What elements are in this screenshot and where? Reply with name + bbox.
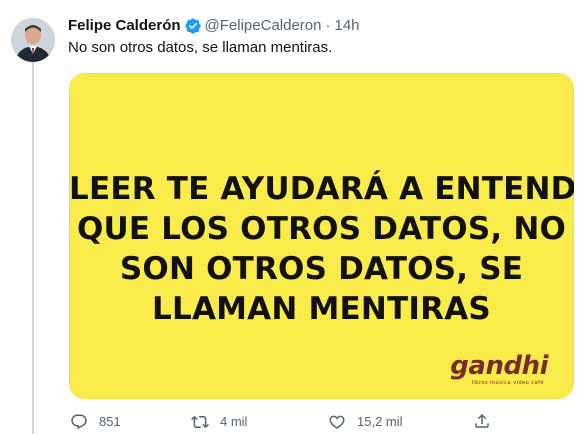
like-button[interactable]: 15,2 mil bbox=[328, 412, 403, 432]
media-caption-line: LEER TE AYUDARÁ A ENTENDER bbox=[69, 171, 574, 207]
media-caption-line: QUE LOS OTROS DATOS, NO bbox=[76, 211, 567, 247]
reply-icon bbox=[71, 414, 87, 430]
tweet-text: No son otros datos, se llaman mentiras. bbox=[68, 39, 333, 56]
separator-dot: · bbox=[325, 17, 331, 34]
gandhi-logo: gandhi libros música video café bbox=[450, 353, 548, 386]
verified-badge-icon bbox=[184, 17, 202, 35]
tweet-header: Felipe Calderón @FelipeCalderon · 14h bbox=[68, 16, 360, 36]
brand-name: gandhi bbox=[450, 351, 548, 381]
tweet[interactable]: Felipe Calderón @FelipeCalderon · 14h No… bbox=[0, 0, 585, 434]
media-caption-line: LLAMAN MENTIRAS bbox=[152, 291, 491, 327]
media-caption: LEER TE AYUDARÁ A ENTENDER QUE LOS OTROS… bbox=[69, 169, 574, 329]
thread-line bbox=[32, 62, 34, 434]
share-icon bbox=[475, 413, 489, 428]
tweet-actions: 851 4 mil 15,2 mil bbox=[68, 412, 573, 434]
tweet-timestamp[interactable]: 14h bbox=[334, 16, 359, 36]
author-handle[interactable]: @FelipeCalderon bbox=[205, 16, 322, 36]
retweet-button[interactable]: 4 mil bbox=[191, 412, 247, 432]
like-count: 15,2 mil bbox=[357, 414, 403, 429]
retweet-icon bbox=[191, 415, 209, 429]
retweet-count: 4 mil bbox=[220, 414, 248, 429]
author-display-name[interactable]: Felipe Calderón bbox=[68, 16, 181, 36]
heart-icon bbox=[329, 415, 345, 429]
reply-count: 851 bbox=[99, 414, 121, 429]
avatar[interactable] bbox=[11, 18, 55, 62]
reply-button[interactable]: 851 bbox=[70, 412, 121, 432]
avatar-image bbox=[11, 18, 55, 62]
share-button[interactable] bbox=[473, 412, 491, 430]
tweet-media-image[interactable]: LEER TE AYUDARÁ A ENTENDER QUE LOS OTROS… bbox=[69, 73, 574, 399]
media-caption-line: SON OTROS DATOS, SE bbox=[119, 251, 524, 287]
